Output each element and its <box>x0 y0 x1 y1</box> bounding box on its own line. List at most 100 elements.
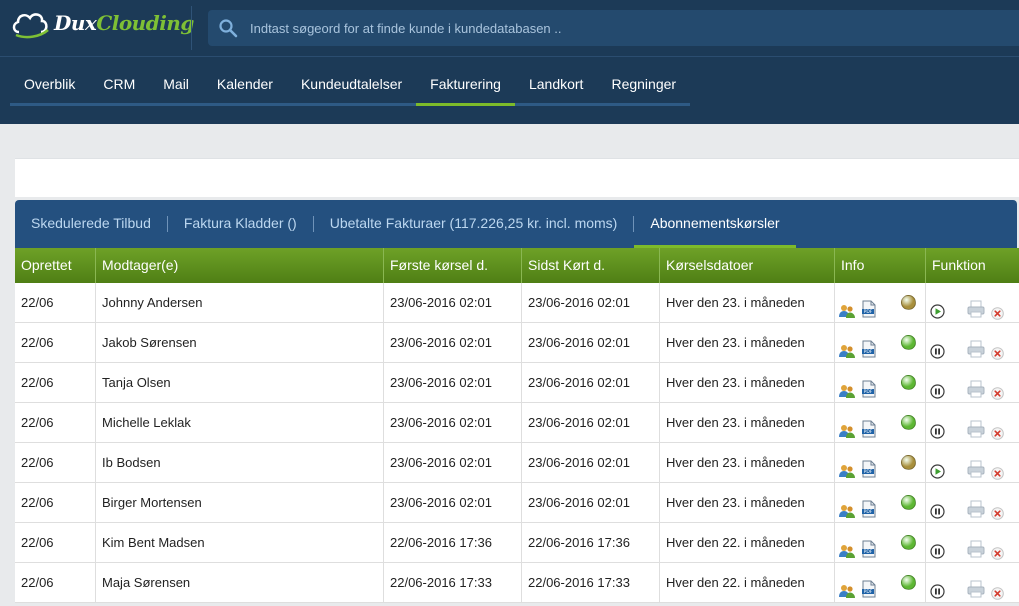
svg-text:PDF: PDF <box>864 589 873 595</box>
delete-icon[interactable] <box>991 456 1004 480</box>
recipient-cell: Maja Sørensen <box>96 563 384 602</box>
customer-icon[interactable] <box>839 295 855 318</box>
print-icon[interactable] <box>967 294 985 317</box>
print-icon[interactable] <box>967 374 985 397</box>
table-row[interactable]: 22/06 Johnny Andersen 23/06-2016 02:01 23/0… <box>15 283 1019 323</box>
table-row[interactable]: 22/06 Jakob Sørensen 23/06-2016 02:01 23/06… <box>15 323 1019 363</box>
print-icon[interactable] <box>967 574 985 597</box>
table-row[interactable]: 22/06 Michelle Leklak 23/06-2016 02:01 23/0… <box>15 403 1019 443</box>
print-icon[interactable] <box>967 334 985 357</box>
delete-icon[interactable] <box>991 416 1004 440</box>
schedule-cell: Hver den 23. i måneden <box>660 283 835 322</box>
function-cell <box>926 563 1019 602</box>
column-header: Sidst Kørt d. <box>522 248 660 283</box>
print-icon[interactable] <box>967 454 985 477</box>
schedule-cell: Hver den 23. i måneden <box>660 443 835 482</box>
nav-item-kalender[interactable]: Kalender <box>203 66 287 103</box>
nav-item-kundeudtalelser[interactable]: Kundeudtalelser <box>287 66 416 103</box>
pause-icon[interactable] <box>930 495 945 519</box>
top-divider <box>191 6 192 50</box>
pause-icon[interactable] <box>930 535 945 559</box>
pause-icon[interactable] <box>930 375 945 399</box>
last-run-cell: 23/06-2016 02:01 <box>522 323 660 362</box>
status-active-icon <box>901 375 916 390</box>
nav-item-fakturering[interactable]: Fakturering <box>416 66 515 106</box>
customer-icon[interactable] <box>839 575 855 598</box>
info-cell: PDF <box>835 443 926 482</box>
search-bar[interactable] <box>208 10 1019 46</box>
pause-icon[interactable] <box>930 575 945 599</box>
created-cell: 22/06 <box>15 523 96 562</box>
column-header: Info <box>835 248 926 283</box>
first-run-cell: 23/06-2016 02:01 <box>384 283 522 322</box>
delete-icon[interactable] <box>991 336 1004 360</box>
pdf-icon[interactable]: PDF <box>861 534 877 557</box>
info-cell: PDF <box>835 363 926 402</box>
table-row[interactable]: 22/06 Maja Sørensen 22/06-2016 17:33 22/06-… <box>15 563 1019 603</box>
first-run-cell: 23/06-2016 02:01 <box>384 483 522 522</box>
nav-item-overblik[interactable]: Overblik <box>10 66 89 103</box>
info-cell: PDF <box>835 323 926 362</box>
pdf-icon[interactable]: PDF <box>861 294 877 317</box>
pdf-icon[interactable]: PDF <box>861 454 877 477</box>
search-input[interactable] <box>250 10 1010 46</box>
pause-icon[interactable] <box>930 415 945 439</box>
status-paused-icon <box>901 455 916 470</box>
created-cell: 22/06 <box>15 443 96 482</box>
function-cell <box>926 283 1019 322</box>
info-cell: PDF <box>835 283 926 322</box>
print-icon[interactable] <box>967 494 985 517</box>
customer-icon[interactable] <box>839 495 855 518</box>
last-run-cell: 23/06-2016 02:01 <box>522 283 660 322</box>
print-icon[interactable] <box>967 534 985 557</box>
customer-icon[interactable] <box>839 455 855 478</box>
delete-icon[interactable] <box>991 376 1004 400</box>
content-strip <box>15 158 1019 197</box>
tab-1[interactable]: Skedulerede Tilbud <box>15 200 167 248</box>
delete-icon[interactable] <box>991 536 1004 560</box>
tab-4[interactable]: Abonnementskørsler <box>634 200 796 248</box>
delete-icon[interactable] <box>991 496 1004 520</box>
column-header: Første kørsel d. <box>384 248 522 283</box>
nav-item-mail[interactable]: Mail <box>149 66 203 103</box>
table-row[interactable]: 22/06 Tanja Olsen 23/06-2016 02:01 23/06-20… <box>15 363 1019 403</box>
search-icon[interactable] <box>218 18 238 38</box>
pdf-icon[interactable]: PDF <box>861 574 877 597</box>
customer-icon[interactable] <box>839 415 855 438</box>
nav-item-crm[interactable]: CRM <box>89 66 149 103</box>
delete-icon[interactable] <box>991 296 1004 320</box>
pdf-icon[interactable]: PDF <box>861 414 877 437</box>
table-row[interactable]: 22/06 Birger Mortensen 23/06-2016 02:01 23/… <box>15 483 1019 523</box>
table-row[interactable]: 22/06 Kim Bent Madsen 22/06-2016 17:36 22/0… <box>15 523 1019 563</box>
last-run-cell: 22/06-2016 17:36 <box>522 523 660 562</box>
print-icon[interactable] <box>967 414 985 437</box>
recipient-cell: Michelle Leklak <box>96 403 384 442</box>
table-row[interactable]: 22/06 Ib Bodsen 23/06-2016 02:01 23/06-2016… <box>15 443 1019 483</box>
logo[interactable]: DuxClouding <box>10 8 194 42</box>
nav-item-landkort[interactable]: Landkort <box>515 66 597 103</box>
info-cell: PDF <box>835 563 926 602</box>
pdf-icon[interactable]: PDF <box>861 334 877 357</box>
top-bar: DuxClouding OverblikCRMMailKalenderKunde… <box>0 0 1019 124</box>
schedule-cell: Hver den 23. i måneden <box>660 483 835 522</box>
last-run-cell: 23/06-2016 02:01 <box>522 403 660 442</box>
pdf-icon[interactable]: PDF <box>861 494 877 517</box>
delete-icon[interactable] <box>991 576 1004 600</box>
play-icon[interactable] <box>930 295 945 319</box>
play-icon[interactable] <box>930 455 945 479</box>
status-active-icon <box>901 335 916 350</box>
customer-icon[interactable] <box>839 335 855 358</box>
customer-icon[interactable] <box>839 375 855 398</box>
pdf-icon[interactable]: PDF <box>861 374 877 397</box>
schedule-cell: Hver den 23. i måneden <box>660 363 835 402</box>
last-run-cell: 23/06-2016 02:01 <box>522 443 660 482</box>
customer-icon[interactable] <box>839 535 855 558</box>
tab-2[interactable]: Faktura Kladder () <box>168 200 313 248</box>
main-nav: Overblik CRM Mail Kalender Kundeudtalelser Fa… <box>10 66 691 106</box>
nav-item-regninger[interactable]: Regninger <box>597 66 690 103</box>
pause-icon[interactable] <box>930 335 945 359</box>
function-cell <box>926 483 1019 522</box>
tab-3[interactable]: Ubetalte Fakturaer (117.226,25 kr. incl.… <box>314 200 634 248</box>
svg-text:PDF: PDF <box>864 309 873 315</box>
schedule-cell: Hver den 22. i måneden <box>660 563 835 602</box>
